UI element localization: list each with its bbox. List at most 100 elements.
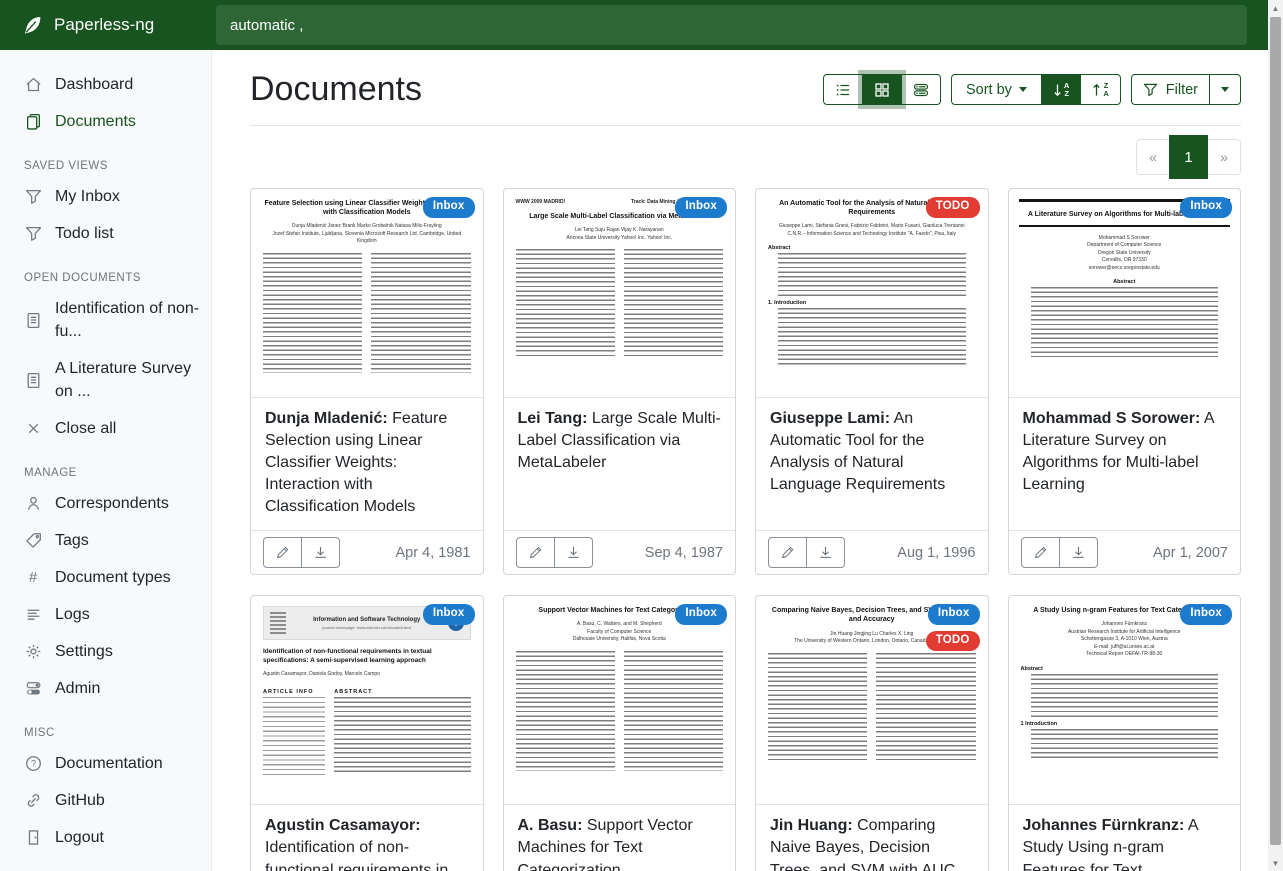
previous-page-button[interactable]: «	[1136, 139, 1170, 175]
sidebar-item-admin[interactable]: Admin	[0, 670, 211, 707]
sidebar-item-logout[interactable]: Logout	[0, 819, 211, 856]
chevron-down-icon	[1019, 87, 1027, 92]
thumb-authors: Mohammad S Sorower Department of Compute…	[1021, 235, 1229, 273]
filter-button[interactable]: Filter	[1131, 74, 1210, 105]
document-thumbnail[interactable]: A Study Using n-gram Features for Text C…	[1009, 596, 1241, 805]
document-card[interactable]: An Automatic Tool for the Analysis of Na…	[755, 188, 989, 575]
document-thumbnail[interactable]: A Literature Survey on Algorithms for Mu…	[1009, 189, 1241, 398]
document-title[interactable]: Giuseppe Lami: An Automatic Tool for the…	[756, 398, 988, 530]
page-header: Documents	[250, 70, 1241, 126]
document-thumbnail[interactable]: Feature Selection using Linear Classifie…	[251, 189, 483, 398]
filter-funnel-icon	[1143, 82, 1158, 97]
thumb-authors: Johannes Fürnkranz Austrian Research Ins…	[1021, 621, 1229, 659]
sidebar-item-todo-list[interactable]: Todo list	[0, 215, 211, 252]
tag-badge-inbox[interactable]: Inbox	[423, 604, 475, 625]
sort-controls: Sort by AZ ZA	[951, 74, 1121, 105]
sidebar-item-open-doc-2[interactable]: A Literature Survey on ...	[0, 350, 211, 410]
document-thumbnail[interactable]: An Automatic Tool for the Analysis of Na…	[756, 189, 988, 398]
sidebar-label: Tags	[55, 529, 89, 552]
document-title[interactable]: A. Basu: Support Vector Machines for Tex…	[504, 805, 736, 871]
document-grid: Feature Selection using Linear Classifie…	[250, 188, 1241, 871]
document-card[interactable]: Feature Selection using Linear Classifie…	[250, 188, 484, 575]
sidebar-label: Document types	[55, 566, 171, 589]
sidebar-label: Identification of non-fu...	[55, 297, 203, 343]
scroll-up-arrow-icon[interactable]: ▲	[1268, 0, 1283, 16]
document-card[interactable]: WWW 2009 MADRID!Track: Data Mining / Ses…	[503, 188, 737, 575]
document-thumbnail[interactable]: Support Vector Machines for Text Categor…	[504, 596, 736, 805]
document-title[interactable]: Johannes Fürnkranz: A Study Using n-gram…	[1009, 805, 1241, 871]
detail-view-button[interactable]	[901, 74, 941, 105]
document-card[interactable]: A Study Using n-gram Features for Text C…	[1008, 595, 1242, 871]
filter-controls: Filter	[1131, 74, 1241, 105]
sidebar-item-settings[interactable]: Settings	[0, 633, 211, 670]
document-card[interactable]: Support Vector Machines for Text Categor…	[503, 595, 737, 871]
sidebar-heading-misc: MISC	[0, 707, 211, 745]
tag-badge-inbox[interactable]: Inbox	[928, 604, 980, 625]
document-card[interactable]: Comparing Naive Bayes, Decision Trees, a…	[755, 595, 989, 871]
filter-dropdown-button[interactable]	[1209, 74, 1241, 105]
hash-icon: #	[24, 569, 42, 587]
sidebar-item-logs[interactable]: Logs	[0, 596, 211, 633]
document-thumbnail[interactable]: Information and Software Technology jour…	[251, 596, 483, 805]
grid-view-icon	[874, 82, 890, 98]
scrollbar-thumb[interactable]	[1270, 17, 1281, 845]
sidebar-label: GitHub	[55, 789, 105, 812]
sort-descending-button[interactable]: AZ	[1041, 74, 1081, 105]
tag-badge-inbox[interactable]: Inbox	[1180, 604, 1232, 625]
download-button[interactable]	[1059, 537, 1098, 568]
document-thumbnail[interactable]: WWW 2009 MADRID!Track: Data Mining / Ses…	[504, 189, 736, 398]
tag-badge-inbox[interactable]: Inbox	[675, 197, 727, 218]
document-correspondent: A. Basu:	[518, 817, 583, 834]
document-date: Sep 4, 1987	[645, 545, 723, 561]
detail-view-icon	[913, 82, 929, 98]
document-title[interactable]: Jin Huang: Comparing Naive Bayes, Decisi…	[756, 805, 988, 871]
tag-badge-todo[interactable]: TODO	[926, 631, 980, 652]
list-view-button[interactable]	[823, 74, 863, 105]
grid-view-button[interactable]	[862, 74, 902, 105]
sort-ascending-button[interactable]: ZA	[1080, 74, 1120, 105]
thumb-section: Abstract	[768, 245, 976, 251]
document-card[interactable]: A Literature Survey on Algorithms for Mu…	[1008, 188, 1242, 575]
sidebar-item-documentation[interactable]: ? Documentation	[0, 745, 211, 782]
sidebar-label: Todo list	[55, 222, 114, 245]
edit-button[interactable]	[768, 537, 807, 568]
document-title[interactable]: Mohammad S Sorower: A Literature Survey …	[1009, 398, 1241, 530]
sidebar-item-my-inbox[interactable]: My Inbox	[0, 178, 211, 215]
thumb-authors: Dunja Mladenić Janez Brank Marko Grobeln…	[263, 223, 471, 246]
document-card[interactable]: Information and Software Technology jour…	[250, 595, 484, 871]
app-brand[interactable]: Paperless-ng	[0, 15, 213, 36]
sidebar-item-tags[interactable]: Tags	[0, 522, 211, 559]
document-title[interactable]: Dunja Mladenić: Feature Selection using …	[251, 398, 483, 530]
tag-badge-inbox[interactable]: Inbox	[1180, 197, 1232, 218]
tag-badge-inbox[interactable]: Inbox	[675, 604, 727, 625]
sort-by-dropdown[interactable]: Sort by	[951, 74, 1042, 105]
journal-subtitle: journal homepage: www.elsevier.com/locat…	[292, 625, 442, 630]
page-1-button[interactable]: 1	[1169, 135, 1208, 179]
download-button[interactable]	[554, 537, 593, 568]
edit-button[interactable]	[263, 537, 302, 568]
sidebar-label: Correspondents	[55, 492, 169, 515]
sidebar-item-github[interactable]: GitHub	[0, 782, 211, 819]
scroll-down-arrow-icon[interactable]: ▼	[1268, 855, 1283, 871]
search-input[interactable]	[216, 5, 1247, 45]
sidebar: Dashboard Documents SAVED VIEWS My Inbox…	[0, 50, 212, 871]
vertical-scrollbar[interactable]: ▲ ▼	[1268, 0, 1283, 871]
sidebar-item-dashboard[interactable]: Dashboard	[0, 66, 211, 103]
tag-badge-inbox[interactable]: Inbox	[423, 197, 475, 218]
document-title[interactable]: Lei Tang: Large Scale Multi-Label Classi…	[504, 398, 736, 530]
tag-badge-todo[interactable]: TODO	[926, 197, 980, 218]
home-icon	[24, 76, 42, 94]
next-page-button[interactable]: »	[1207, 139, 1241, 175]
edit-button[interactable]	[516, 537, 555, 568]
sidebar-item-documents[interactable]: Documents	[0, 103, 211, 140]
document-title[interactable]: Agustin Casamayor: Identification of non…	[251, 805, 483, 871]
download-button[interactable]	[806, 537, 845, 568]
download-button[interactable]	[301, 537, 340, 568]
sidebar-label: Documents	[55, 110, 136, 133]
sidebar-item-document-types[interactable]: # Document types	[0, 559, 211, 596]
sidebar-item-correspondents[interactable]: Correspondents	[0, 485, 211, 522]
sidebar-item-close-all[interactable]: Close all	[0, 410, 211, 447]
sidebar-item-open-doc-1[interactable]: Identification of non-fu...	[0, 290, 211, 350]
close-icon	[24, 420, 42, 438]
edit-button[interactable]	[1021, 537, 1060, 568]
